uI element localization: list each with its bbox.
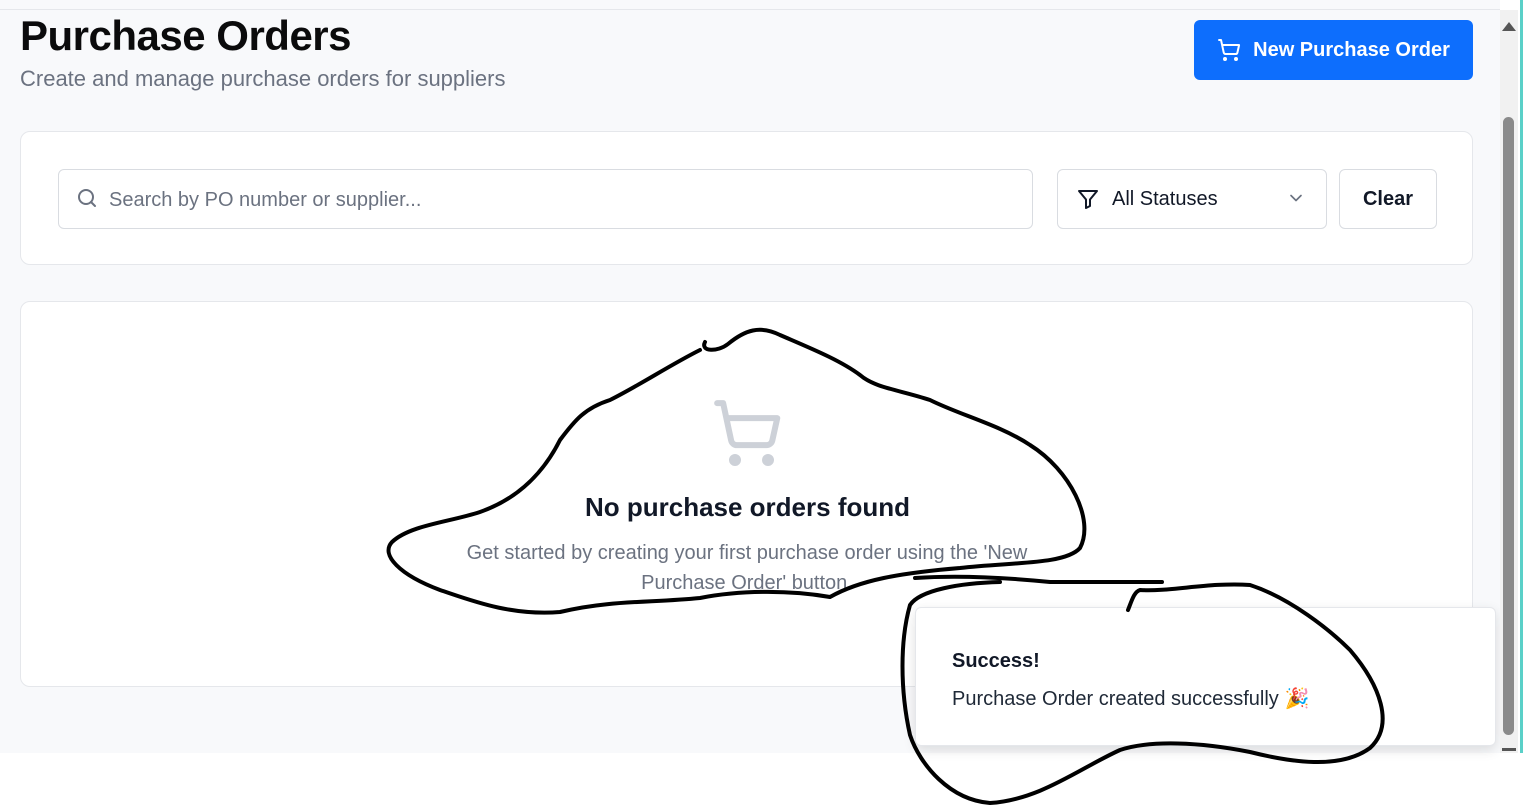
scrollbar-thumb[interactable]	[1503, 117, 1514, 735]
shopping-cart-icon	[714, 400, 781, 466]
top-divider	[0, 9, 1500, 10]
page-title: Purchase Orders	[20, 12, 352, 59]
party-popper-icon: 🎉	[1284, 688, 1310, 710]
toast-message: Purchase Order created successfully 🎉	[952, 686, 1310, 711]
filter-icon	[1078, 190, 1098, 209]
search-box[interactable]	[58, 169, 1033, 230]
new-purchase-order-label: New Purchase Order	[1253, 38, 1450, 61]
scroll-down-arrow-icon[interactable]	[1502, 748, 1516, 751]
success-toast[interactable]: Success! Purchase Order created successf…	[915, 607, 1496, 746]
empty-state-title: No purchase orders found	[584, 492, 911, 522]
empty-state-description: Get started by creating your first purch…	[466, 542, 1028, 594]
filter-card: All Statuses Clear	[20, 131, 1473, 265]
search-icon	[78, 189, 96, 207]
toast-message-text: Purchase Order created successfully	[952, 688, 1279, 710]
status-filter-select[interactable]: All Statuses	[1057, 169, 1327, 229]
shopping-cart-icon	[1218, 39, 1241, 61]
search-input[interactable]	[107, 170, 1011, 230]
status-filter-value: All Statuses	[1112, 188, 1218, 210]
clear-button[interactable]: Clear	[1339, 169, 1437, 229]
new-purchase-order-button[interactable]: New Purchase Order	[1194, 20, 1473, 80]
toast-title: Success!	[952, 650, 1040, 672]
scroll-up-arrow-icon[interactable]	[1502, 22, 1516, 31]
window-edge-accent	[1520, 0, 1523, 753]
page-subtitle: Create and manage purchase orders for su…	[20, 66, 506, 91]
chevron-down-icon	[1290, 194, 1302, 202]
